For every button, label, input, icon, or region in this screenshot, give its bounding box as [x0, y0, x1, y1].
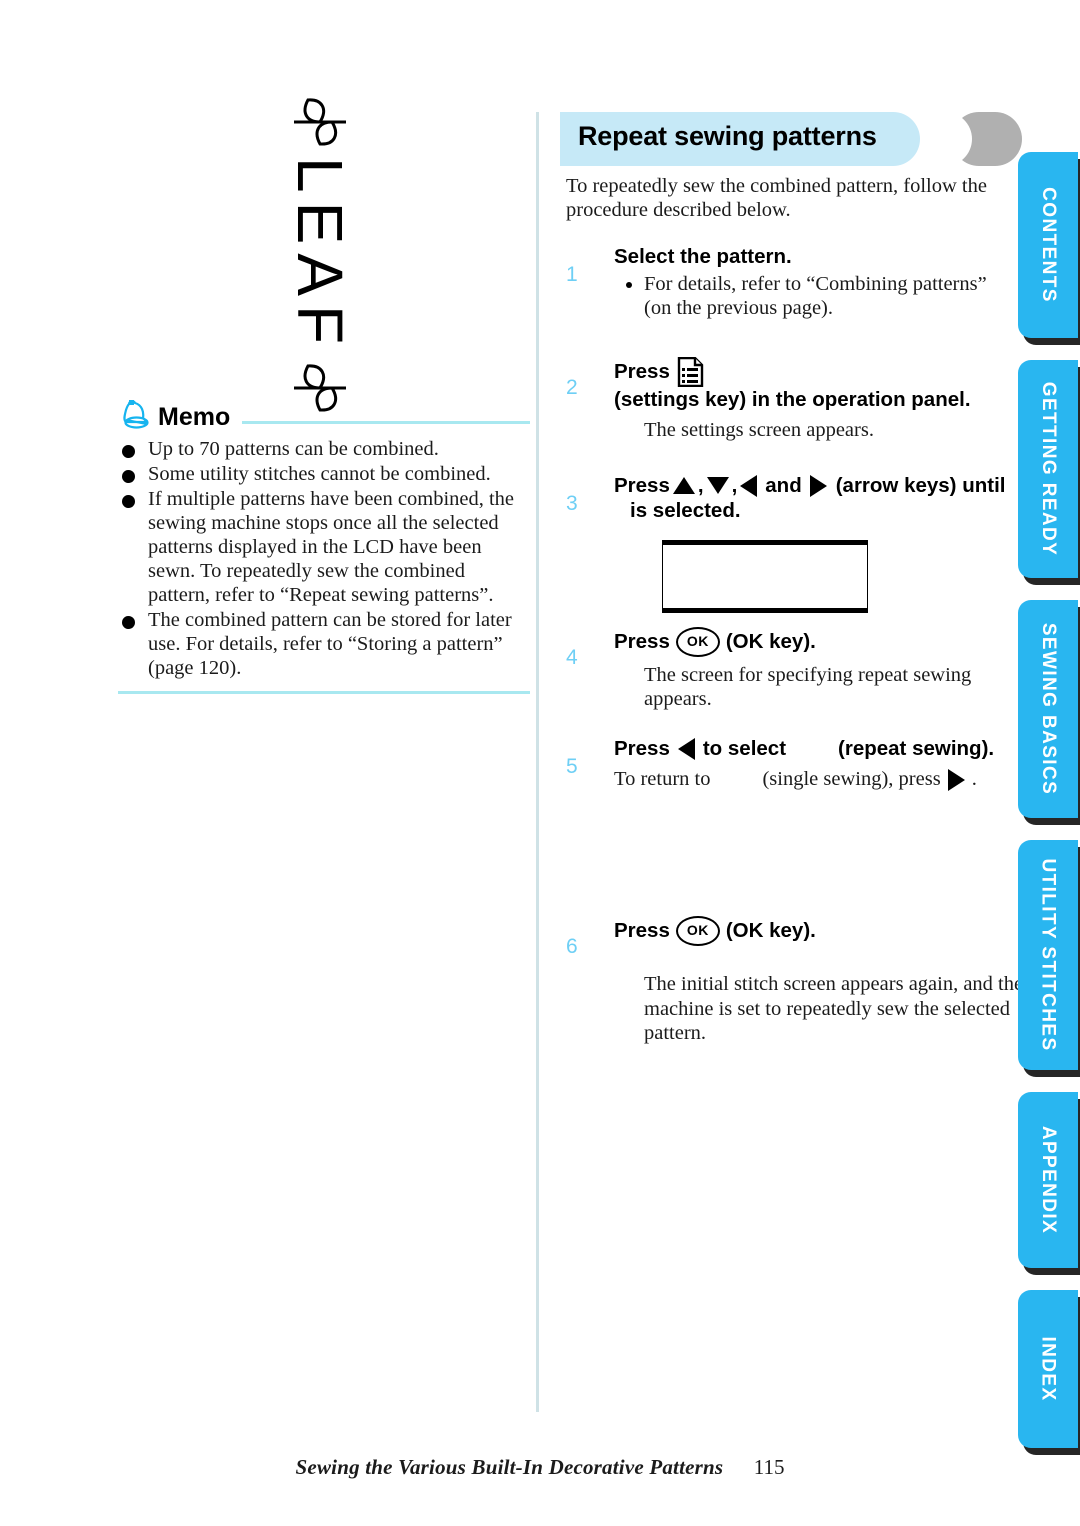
step-title: Press , , and (arrow keys) until [614, 473, 1006, 497]
step-body-suffix: . [971, 768, 977, 791]
sidebar-item-getting-ready[interactable]: GETTING READY [1018, 360, 1078, 578]
step-title-mid: to select [702, 736, 787, 760]
memo-divider-bottom [118, 690, 530, 694]
step-2: 2 Press (settings key) in the operation … [560, 356, 1012, 443]
step-title-prefix: Press [614, 473, 670, 497]
memo-title: Memo [158, 403, 231, 431]
settings-key-icon [677, 356, 704, 388]
memo-list: Up to 70 patterns can be combined. Some … [118, 438, 530, 681]
step-title-mid: (arrow keys) until [835, 473, 1006, 497]
single-sewing-pattern-icon [710, 771, 762, 789]
column-divider [536, 112, 539, 1412]
step-title: Select the pattern. [614, 245, 792, 269]
step-title-prefix: Press [614, 360, 670, 384]
step-title-prefix: Press [614, 736, 670, 760]
step-conjunction: and [765, 473, 802, 497]
step-body: The settings screen appears. [644, 419, 874, 442]
step-title: Press (settings key) in the operation pa… [614, 356, 1012, 412]
sidebar-item-label: INDEX [1038, 1336, 1060, 1402]
ok-key-label: OK [686, 633, 709, 650]
step-bullet: For details, refer to “Combining pattern… [624, 272, 1012, 321]
sidebar-item-label: SEWING BASICS [1038, 622, 1060, 796]
sidebar-item-appendix[interactable]: APPENDIX [1018, 1092, 1078, 1268]
leaf-icon [290, 95, 350, 149]
arrow-left-icon [740, 474, 758, 497]
step-3: 3 Press , , and (arrow keys) until is se… [560, 473, 1012, 613]
sidebar-item-label: APPENDIX [1038, 1125, 1059, 1235]
step-body-prefix: To return to [614, 768, 711, 791]
step-title: Press OK (OK key). [614, 915, 1012, 946]
step-body: To return to (single sewing), press . [614, 767, 1012, 792]
bell-icon [118, 398, 152, 432]
sidebar-item-utility-stitches[interactable]: UTILITY STITCHES [1018, 840, 1078, 1070]
step-1: 1 Select the pattern. For details, refer… [560, 244, 1012, 321]
page-title: Repeat sewing patterns [578, 121, 877, 151]
sidebar-item-sewing-basics[interactable]: SEWING BASICS [1018, 600, 1078, 818]
page-footer: Sewing the Various Built-In Decorative P… [0, 1455, 1080, 1480]
section-intro: To repeatedly sew the combined pattern, … [566, 175, 987, 222]
memo-block: Memo Up to 70 patterns can be combined. … [118, 396, 530, 694]
arrow-left-icon [677, 737, 695, 760]
step-4: 4 Press OK (OK key). The screen for spec… [560, 626, 1012, 712]
sidebar-item-label: UTILITY STITCHES [1038, 858, 1059, 1052]
step-body-mid: (single sewing), press [762, 768, 941, 791]
memo-header: Memo [118, 396, 530, 432]
footer-inner: Sewing the Various Built-In Decorative P… [296, 1455, 785, 1480]
step-title-suffix: (settings key) in the operation panel. [614, 387, 971, 411]
section-banner: Repeat sewing patterns [560, 112, 1022, 166]
stitch-pattern-sample: LEAF [180, 98, 460, 412]
arrow-right-icon [947, 768, 965, 791]
arrow-right-icon [809, 474, 827, 497]
step-title-prefix: Press [614, 919, 670, 943]
step-title-suffix: (OK key). [725, 630, 816, 654]
step-title-suffix: is selected. [630, 499, 741, 523]
ok-key-icon: OK [675, 915, 720, 946]
lcd-screen-placeholder [662, 539, 868, 613]
step-body: The initial stitch screen appears again,… [644, 972, 1024, 1045]
step-number: 6 [566, 934, 578, 958]
step-6: 6 Press OK (OK key). The initial stitch … [560, 915, 1023, 1046]
memo-divider-top [242, 421, 530, 424]
stitch-pattern-text: LEAF [284, 156, 356, 354]
list-item: The combined pattern can be stored for l… [118, 609, 530, 681]
repeat-sewing-pattern-icon [786, 740, 838, 758]
step-title-suffix: (OK key). [725, 919, 816, 943]
step-title: Press to select (repeat sewing). [614, 736, 1012, 761]
stitch-pattern-sample-inner: LEAF [284, 95, 356, 415]
step-number: 2 [566, 375, 578, 399]
step-title: Press OK (OK key). [614, 626, 1012, 657]
left-column: LEAF Memo Up to 70 patterns can be combi… [0, 0, 538, 1420]
step-body: The screen for specifying repeat sewing … [644, 663, 972, 711]
step-5: 5 Press to select (repeat sewing). To re… [560, 736, 1012, 792]
sidebar-item-index[interactable]: INDEX [1018, 1290, 1078, 1448]
page-number: 115 [753, 1455, 785, 1479]
step-number: 5 [566, 754, 578, 778]
arrow-down-icon [706, 477, 729, 495]
footer-title: Sewing the Various Built-In Decorative P… [295, 1455, 724, 1479]
right-column: Repeat sewing patterns To repeatedly sew… [560, 112, 1023, 1050]
ok-key-label: OK [686, 922, 709, 939]
step-number: 1 [566, 263, 578, 287]
side-tab-navigation: CONTENTS GETTING READY SEWING BASICS UTI… [1018, 152, 1080, 1470]
arrow-up-icon [672, 477, 695, 495]
list-item: If multiple patterns have been combined,… [118, 488, 530, 608]
list-item: Up to 70 patterns can be combined. [118, 438, 530, 462]
step-title-suffix: (repeat sewing). [838, 736, 995, 760]
step-number: 4 [566, 645, 578, 669]
banner-white-shape [912, 112, 972, 166]
manual-page: LEAF Memo Up to 70 patterns can be combi… [0, 0, 1080, 1526]
step-number: 3 [566, 491, 578, 515]
sidebar-item-label: CONTENTS [1038, 187, 1060, 303]
sidebar-item-label: GETTING READY [1038, 381, 1059, 557]
ok-key-icon: OK [675, 626, 720, 657]
sidebar-item-contents[interactable]: CONTENTS [1018, 152, 1078, 338]
step-title-prefix: Press [614, 630, 670, 654]
list-item: Some utility stitches cannot be combined… [118, 463, 530, 487]
